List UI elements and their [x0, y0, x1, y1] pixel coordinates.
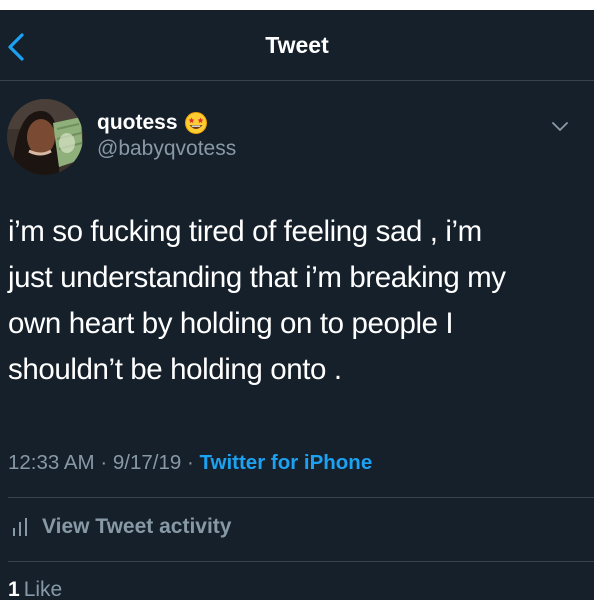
divider	[8, 497, 594, 498]
tweet-source-link[interactable]: Twitter for iPhone	[200, 451, 373, 474]
page-title: Tweet	[265, 32, 329, 58]
author-name-row[interactable]: quotess	[97, 108, 208, 138]
meta-separator: ·	[186, 451, 194, 474]
tweet-text: i’m so fucking tired of feeling sad , i’…	[8, 209, 578, 393]
tweet-date: 9/17/19	[112, 451, 182, 474]
tweet-text-line: just understanding that i’m breaking my	[8, 261, 506, 294]
more-options-button[interactable]	[549, 116, 571, 138]
bar-chart-icon	[13, 518, 27, 536]
author-handle[interactable]: @babyqvotess	[97, 137, 236, 161]
view-tweet-activity-button[interactable]: View Tweet activity	[10, 512, 231, 542]
nav-header: Tweet	[0, 10, 594, 81]
star-struck-emoji-icon	[184, 112, 207, 134]
chevron-down-icon	[552, 122, 568, 131]
likes-stat[interactable]: 1 Like	[8, 578, 62, 600]
tweet-text-line: i’m so fucking tired of feeling sad , i’…	[8, 215, 482, 248]
tweet-meta: 12:33 AM · 9/17/19 · Twitter for iPhone	[8, 451, 588, 475]
display-name: quotess	[97, 111, 178, 134]
tweet-time: 12:33 AM	[8, 451, 95, 474]
meta-separator: ·	[100, 451, 108, 474]
tweet-text-line: own heart by holding on to people I	[8, 307, 454, 340]
likes-count: 1	[8, 578, 20, 600]
likes-label: Like	[23, 578, 63, 600]
avatar[interactable]	[7, 99, 83, 175]
tweet-text-line: shouldn’t be holding onto .	[8, 353, 342, 386]
view-tweet-activity-label: View Tweet activity	[42, 515, 232, 538]
avatar-image	[7, 99, 83, 175]
tweet-detail-screen: Tweet quotess @babyqvotess i’m so fuckin…	[0, 10, 594, 600]
divider	[8, 561, 594, 562]
